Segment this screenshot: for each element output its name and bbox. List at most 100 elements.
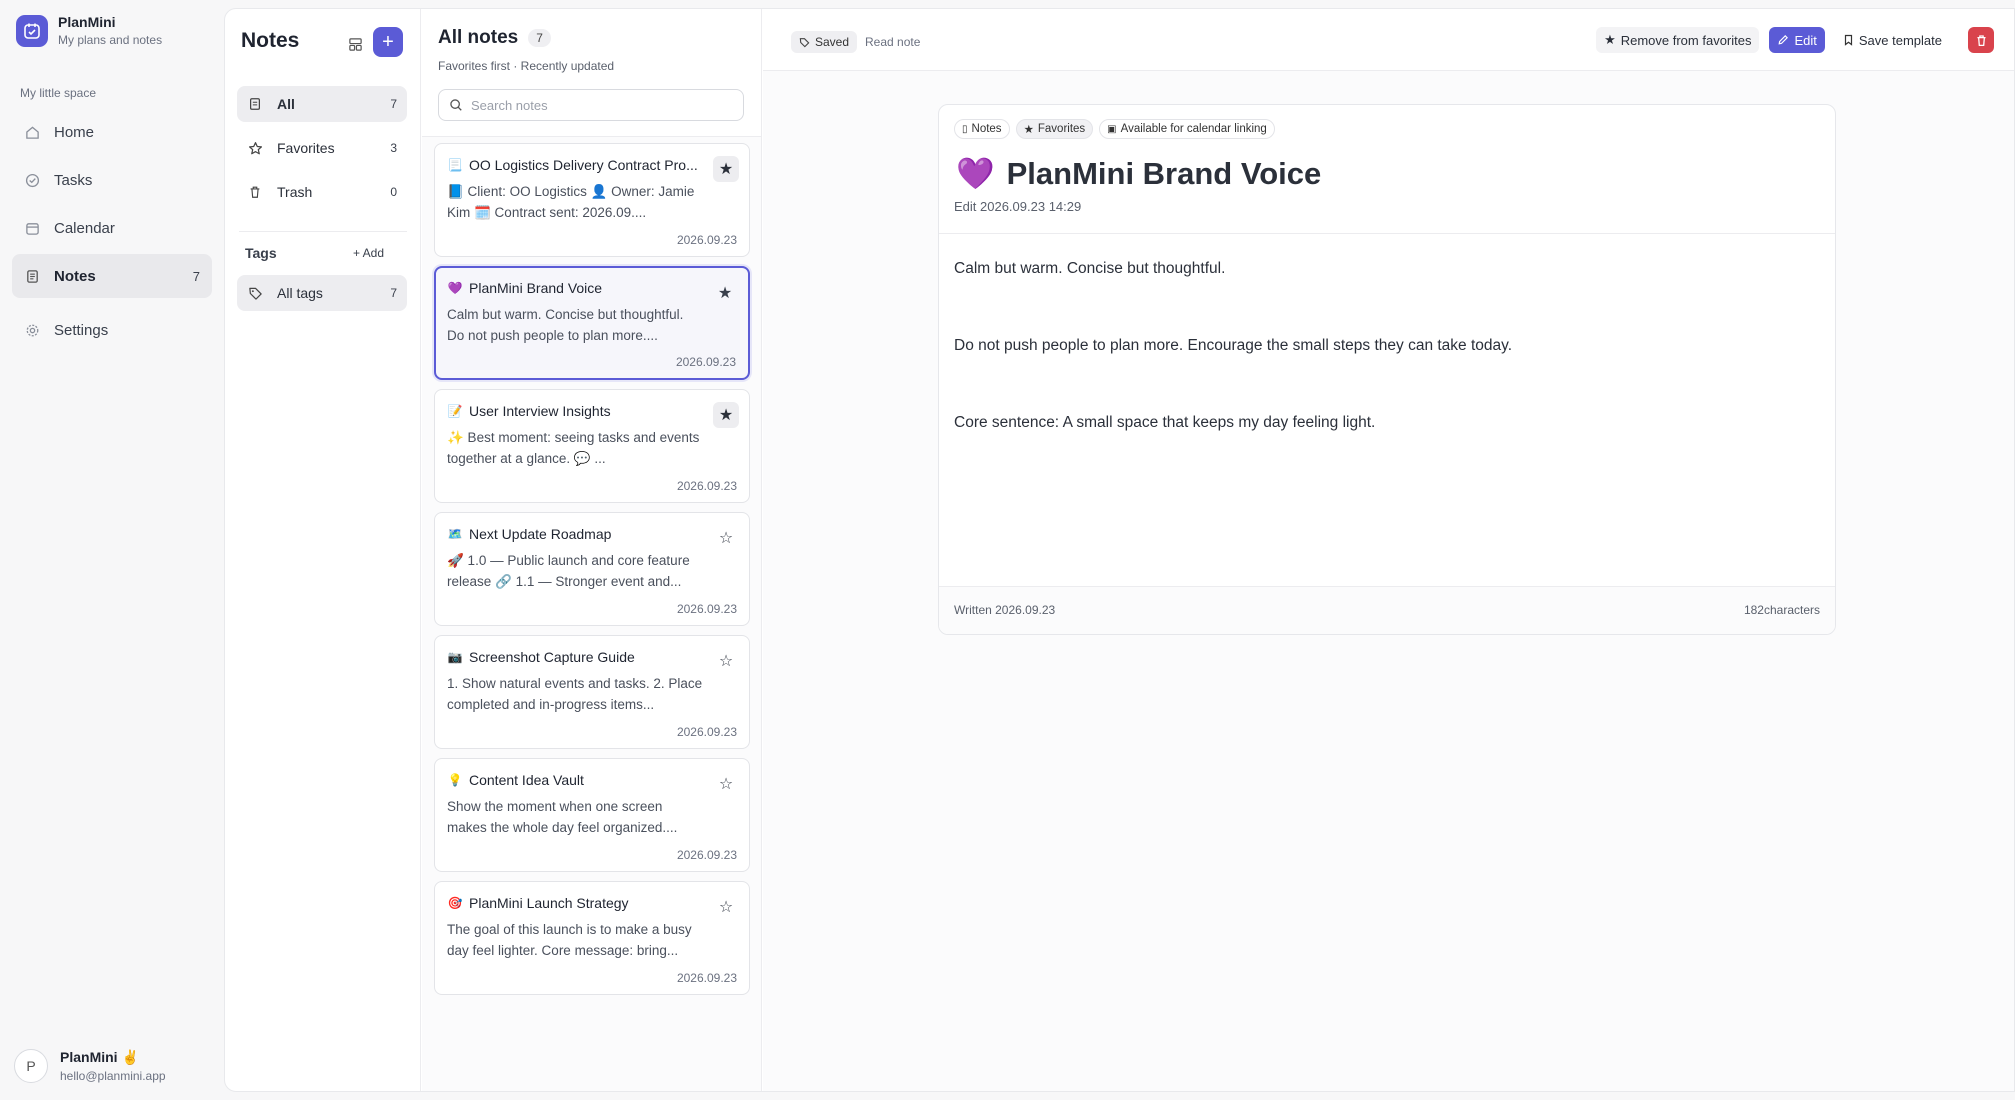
button-label: Save template: [1858, 32, 1942, 48]
note-emoji: 📃: [447, 158, 463, 172]
tag-chip-notes[interactable]: ▯ Notes: [954, 119, 1010, 139]
nav-label: Calendar: [54, 219, 115, 237]
save-template-button[interactable]: Save template: [1835, 27, 1950, 53]
note-card[interactable]: 🗺️ Next Update Roadmap 🚀 1.0 — Public lau…: [434, 512, 750, 626]
button-label: Edit: [1794, 32, 1817, 48]
star-outline-icon: ☆: [718, 899, 734, 916]
pencil-icon: [1779, 35, 1789, 45]
star-filled-icon: ★: [717, 285, 733, 302]
calendar-icon: ▣: [1107, 123, 1117, 135]
note-card[interactable]: 📃 OO Logistics Delivery Contract Pro... 📘…: [434, 143, 750, 257]
edit-button[interactable]: Edit: [1769, 27, 1825, 53]
favorite-toggle-button[interactable]: ☆: [713, 771, 739, 797]
note-preview: Calm but warm. Concise but thoughtful. D…: [447, 307, 684, 343]
note-date: 2026.09.23: [676, 233, 737, 247]
note-title: 🗺️ Next Update Roadmap: [447, 526, 705, 542]
favorite-toggle-button[interactable]: ☆: [713, 894, 739, 920]
brand[interactable]: PlanMini My plans and notes: [16, 14, 162, 47]
divider: [939, 233, 1835, 234]
nav-item-home[interactable]: Home: [12, 110, 212, 154]
nav-item-calendar[interactable]: Calendar: [12, 206, 212, 250]
delete-note-button[interactable]: [1968, 27, 1994, 53]
note-preview: 🚀 1.0 — Public launch and core feature r…: [447, 553, 690, 589]
layout-toggle-button[interactable]: [342, 31, 368, 57]
layout-icon: [348, 37, 362, 51]
nav-label: Settings: [54, 321, 109, 339]
note-title-text: Screenshot Capture Guide: [469, 649, 635, 665]
document-icon: [247, 96, 263, 112]
filter-label: Favorites: [277, 140, 335, 156]
note-document: ▯ Notes ★ Favorites ▣ Available for cale…: [938, 104, 1836, 635]
heart-icon: 💜: [956, 156, 995, 191]
new-note-button[interactable]: +: [373, 27, 403, 57]
favorite-toggle-button[interactable]: ☆: [713, 525, 739, 551]
filter-all[interactable]: All 7: [237, 86, 407, 122]
star-outline-icon: ☆: [718, 653, 734, 670]
tag-icon: [799, 37, 810, 47]
tag-chip-favorites[interactable]: ★ Favorites: [1015, 119, 1094, 139]
favorite-toggle-button[interactable]: ★: [713, 402, 739, 428]
trash-icon: [247, 184, 263, 200]
note-emoji: 💜: [447, 281, 463, 295]
filter-count: 0: [390, 185, 397, 199]
list-title-text: All notes: [438, 27, 519, 48]
note-preview: ✨ Best moment: seeing tasks and events t…: [447, 430, 700, 466]
calendar-logo-icon: [16, 14, 48, 47]
tag-all[interactable]: All tags 7: [237, 275, 407, 311]
avatar: P: [14, 1049, 48, 1083]
note-date: 2026.09.23: [676, 479, 737, 493]
app-sidebar: PlanMini My plans and notes My little sp…: [0, 0, 222, 1100]
note-title: 📷 Screenshot Capture Guide: [447, 649, 705, 665]
tags-heading: Tags: [245, 245, 277, 261]
note-card[interactable]: 📷 Screenshot Capture Guide 1. Show natura…: [434, 635, 750, 749]
note-cards: 📃 OO Logistics Delivery Contract Pro... 📘…: [434, 143, 750, 1004]
note-card[interactable]: 💡 Content Idea Vault Show the moment when…: [434, 758, 750, 872]
chip-label: Favorites: [1037, 123, 1086, 135]
tag-chip-calendar-linking[interactable]: ▣ Available for calendar linking: [1099, 119, 1275, 139]
paragraph: Core sentence: A small space that keeps …: [954, 414, 1376, 431]
note-title: 📝 User Interview Insights: [447, 403, 705, 419]
remove-favorite-button[interactable]: ★ Remove from favorites: [1596, 27, 1760, 53]
note-emoji: 📝: [447, 404, 463, 418]
tag-icon: [247, 285, 263, 301]
star-outline-icon: ☆: [718, 530, 734, 547]
note-preview: 📘 Client: OO Logistics 👤 Owner: Jamie Ki…: [447, 184, 695, 220]
filter-label: Trash: [277, 184, 313, 200]
note-card-selected[interactable]: 💜 PlanMini Brand Voice Calm but warm. Con…: [434, 266, 750, 380]
trash-icon: [1976, 34, 1986, 46]
detail-toolbar: Saved Read note ★ Remove from favorites …: [763, 9, 2014, 71]
note-card[interactable]: 🎯 PlanMini Launch Strategy The goal of th…: [434, 881, 750, 995]
note-tags: ▯ Notes ★ Favorites ▣ Available for cale…: [954, 119, 1275, 139]
plus-icon: +: [382, 30, 394, 53]
notes-list: All notes 7 Favorites first · Recently u…: [422, 9, 762, 1091]
chip-label: Available for calendar linking: [1120, 123, 1267, 135]
filter-trash[interactable]: Trash 0: [237, 174, 407, 210]
notes-icon: [24, 268, 40, 284]
search-box[interactable]: [438, 89, 744, 121]
note-date: 2026.09.23: [676, 602, 737, 616]
button-label: Remove from favorites: [1620, 32, 1752, 48]
note-content[interactable]: Calm but warm. Concise but thoughtful. D…: [954, 260, 1814, 491]
note-title: 💜 PlanMini Brand Voice: [956, 155, 1321, 192]
favorite-toggle-button[interactable]: ☆: [713, 648, 739, 674]
note-title-text: PlanMini Launch Strategy: [469, 895, 629, 911]
note-card[interactable]: 📝 User Interview Insights ✨ Best moment: …: [434, 389, 750, 503]
list-count-badge: 7: [528, 29, 551, 47]
notes-list-title: All notes 7: [438, 27, 551, 49]
search-icon: [450, 99, 462, 111]
filter-favorites[interactable]: Favorites 3: [237, 130, 407, 166]
nav-item-notes[interactable]: Notes 7: [12, 254, 212, 298]
note-title: 💡 Content Idea Vault: [447, 772, 705, 788]
note-title-text: PlanMini Brand Voice: [469, 280, 603, 296]
user-profile[interactable]: P PlanMini ✌️ hello@planmini.app: [14, 1049, 166, 1083]
saved-status-badge: Saved: [791, 31, 858, 53]
paragraph: Calm but warm. Concise but thoughtful.: [954, 260, 1226, 277]
favorite-toggle-button[interactable]: ★: [713, 156, 739, 182]
note-date: 2026.09.23: [676, 971, 737, 985]
note-preview: Show the moment when one screen makes th…: [447, 799, 678, 835]
favorite-toggle-button[interactable]: ★: [712, 280, 738, 306]
add-tag-button[interactable]: + Add: [353, 246, 384, 260]
nav-item-settings[interactable]: Settings: [12, 308, 212, 352]
nav-item-tasks[interactable]: Tasks: [12, 158, 212, 202]
search-input[interactable]: [471, 97, 731, 113]
